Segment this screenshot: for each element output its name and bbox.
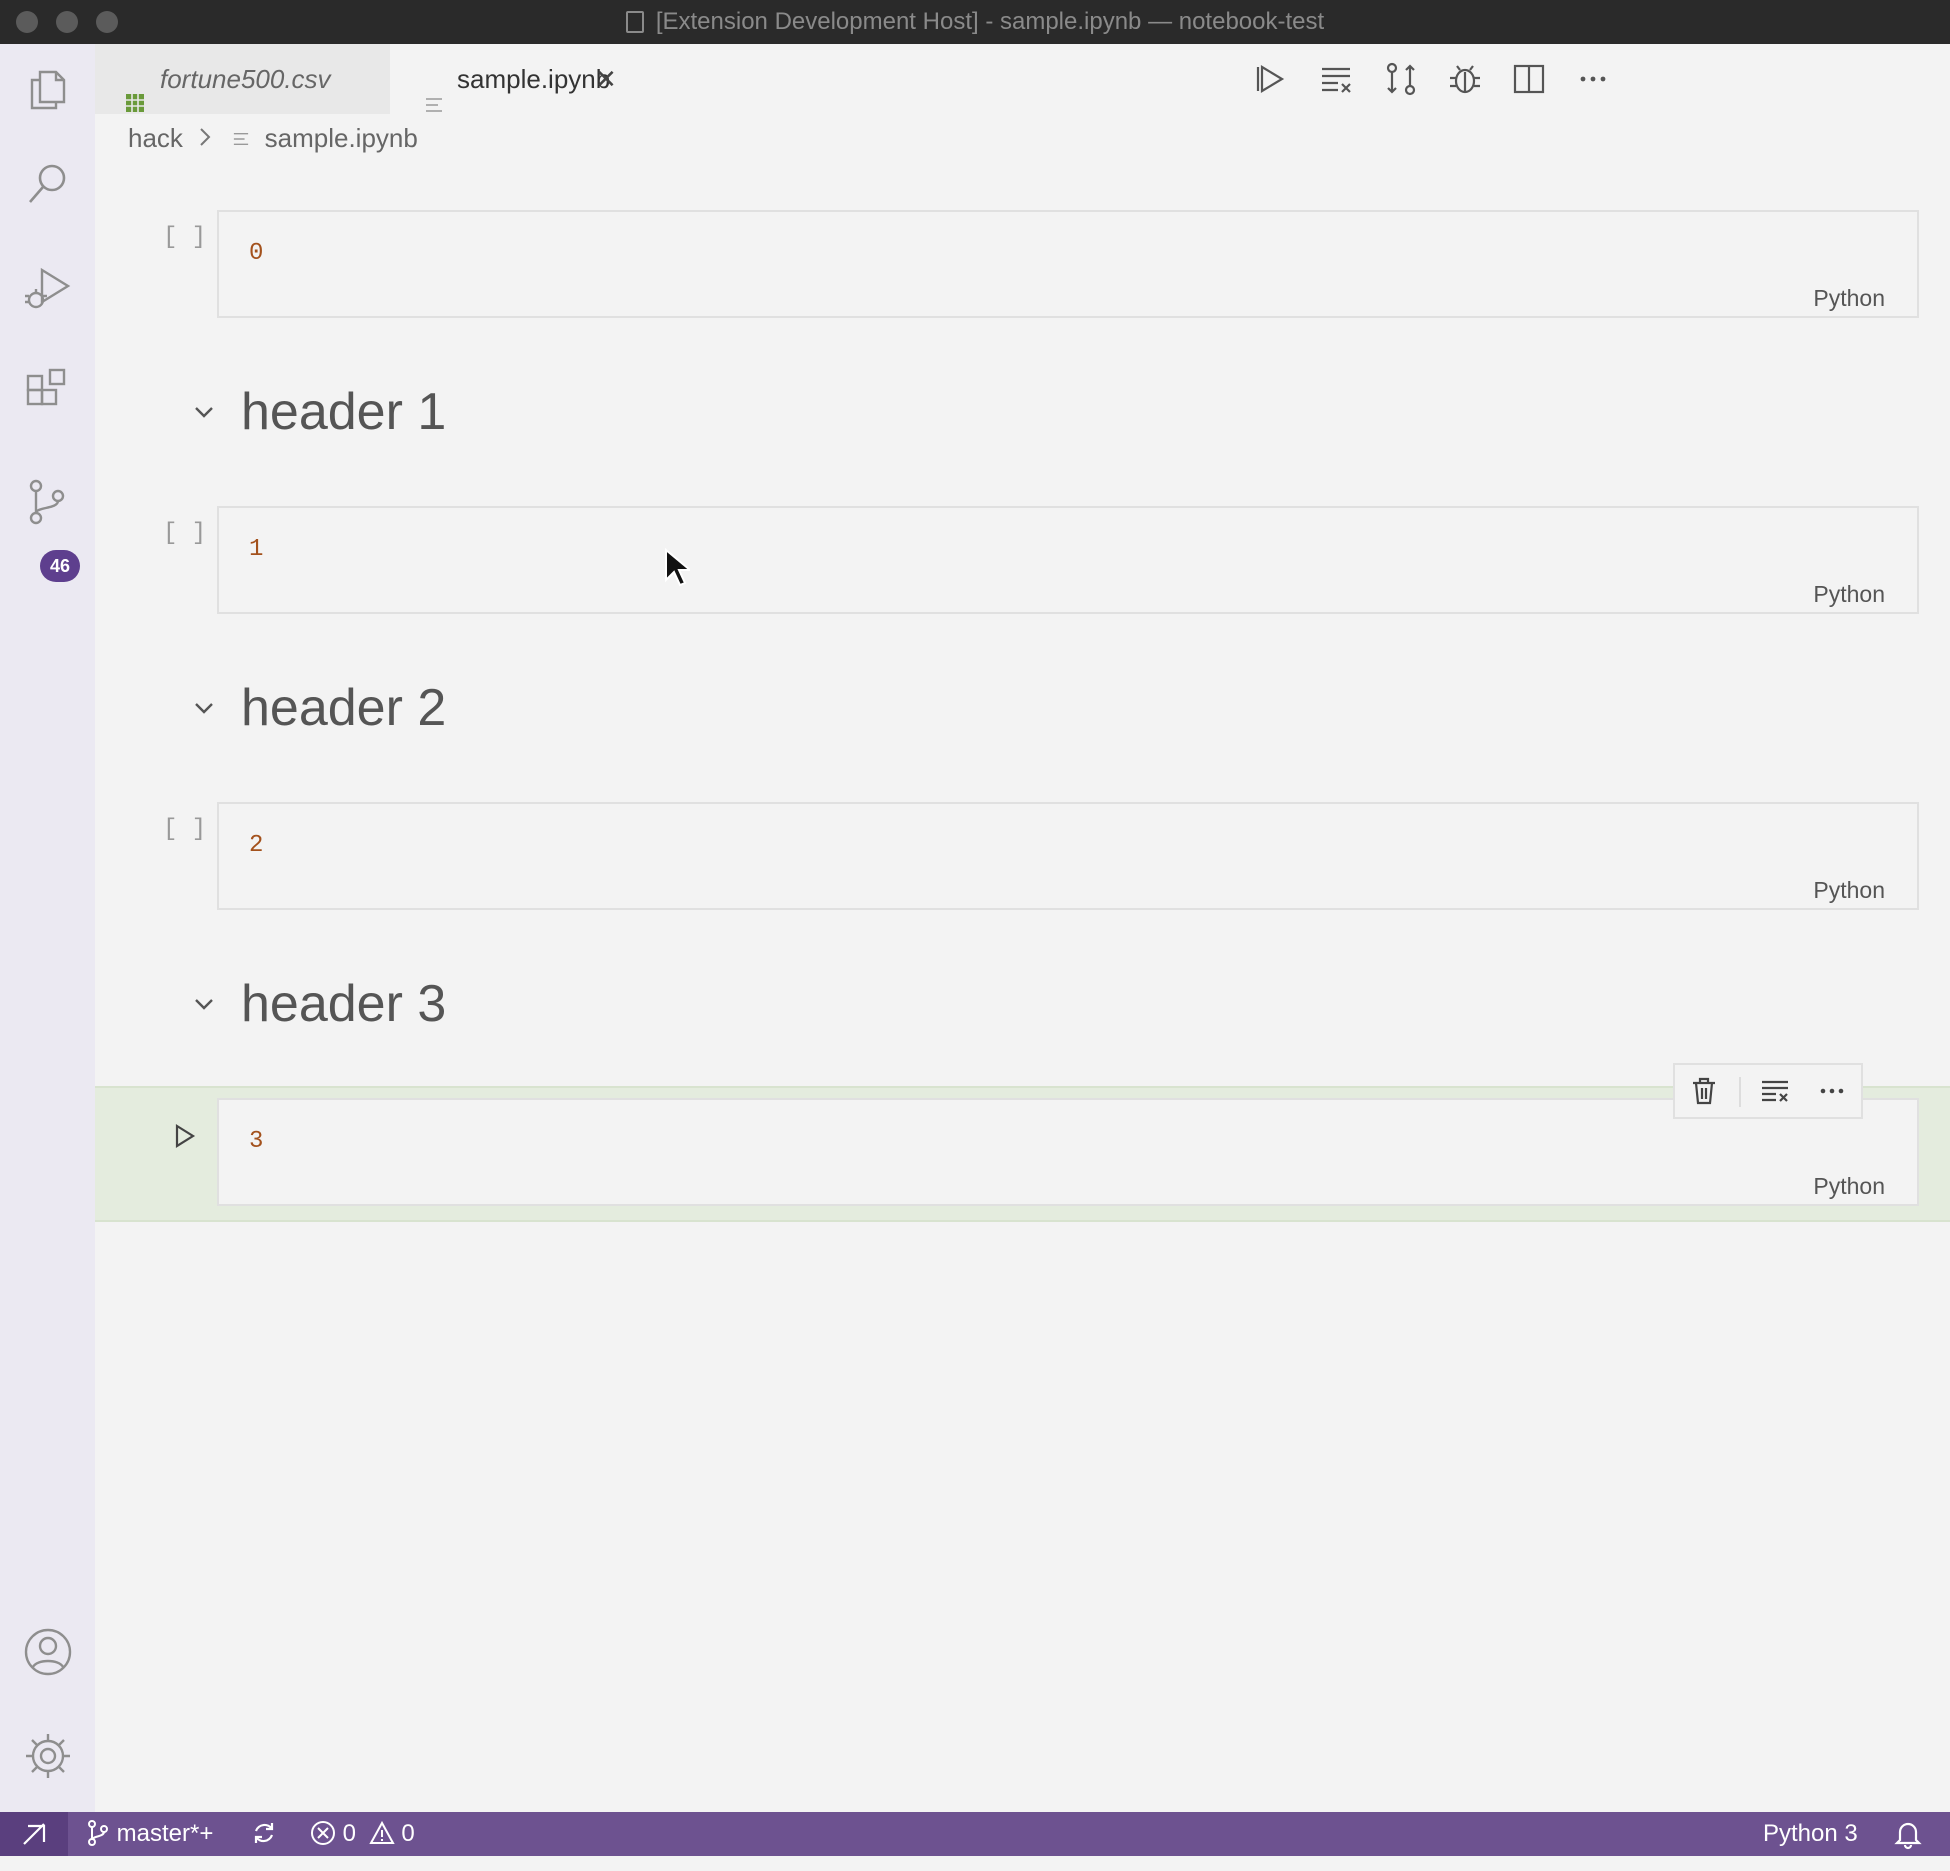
compare-changes-icon[interactable] (1382, 60, 1420, 98)
run-all-icon[interactable] (1254, 60, 1292, 98)
markdown-heading: header 3 (241, 975, 447, 1033)
run-debug-icon[interactable] (22, 262, 74, 314)
status-bar: master*+ 0 0 Python 3 (0, 1812, 1950, 1856)
explorer-icon[interactable] (22, 64, 74, 116)
notifications-bell-icon[interactable] (1894, 1812, 1922, 1856)
clear-outputs-icon[interactable] (1318, 60, 1356, 98)
cell-source[interactable]: 1 (249, 536, 263, 563)
cell-language[interactable]: Python (1813, 1173, 1885, 1200)
settings-gear-icon[interactable] (22, 1730, 74, 1782)
cell-source[interactable]: 2 (249, 832, 263, 859)
error-icon (311, 1821, 335, 1845)
window-title: [Extension Development Host] - sample.ip… (655, 8, 1325, 35)
chevron-right-icon (198, 118, 212, 158)
debug-icon[interactable] (1446, 60, 1484, 98)
tab-label: fortune500.csv (160, 64, 331, 94)
breadcrumb-file[interactable]: sample.ipynb (265, 123, 418, 153)
extensions-icon[interactable] (22, 366, 74, 418)
code-cell[interactable]: 3 Python (217, 1098, 1919, 1206)
breadcrumb-folder[interactable]: hack (128, 123, 183, 153)
source-control-badge: 46 (40, 550, 80, 582)
account-icon[interactable] (22, 1626, 74, 1678)
chevron-down-icon[interactable] (192, 992, 216, 1016)
cell-execution-count: [ ] (163, 520, 207, 547)
title-bar: [Extension Development Host] - sample.ip… (0, 0, 1950, 45)
tab-sample-ipynb[interactable]: sample.ipynb ✕ (395, 44, 760, 114)
notebook-editor: [ ] 0 Python header 1 [ ] 1 Python heade… (95, 160, 1950, 1812)
cell-toolbar (1673, 1063, 1863, 1119)
notebook-icon (233, 118, 249, 158)
clear-output-icon[interactable] (1759, 1074, 1793, 1108)
remote-indicator[interactable] (0, 1812, 68, 1856)
code-cell[interactable]: 0 Python (217, 210, 1919, 318)
branch-indicator[interactable]: master*+ (86, 1812, 213, 1856)
breadcrumb: hack sample.ipynb (128, 118, 418, 158)
document-icon (625, 11, 644, 33)
tab-bar: fortune500.csv sample.ipynb ✕ (95, 44, 1950, 114)
toolbar-divider (1739, 1077, 1741, 1107)
problems-indicator[interactable]: 0 0 (310, 1812, 415, 1856)
cell-execution-count: [ ] (163, 816, 207, 843)
search-icon[interactable] (22, 158, 74, 210)
cell-source[interactable]: 3 (249, 1128, 263, 1155)
code-cell[interactable]: 2 Python (217, 802, 1919, 910)
more-icon[interactable] (1815, 1074, 1849, 1108)
cell-source[interactable]: 0 (249, 240, 263, 267)
sync-icon[interactable] (250, 1812, 278, 1856)
markdown-heading: header 1 (241, 383, 447, 441)
more-actions-icon[interactable] (1574, 60, 1612, 98)
markdown-heading: header 2 (241, 679, 447, 737)
chevron-down-icon[interactable] (192, 400, 216, 424)
delete-icon[interactable] (1687, 1074, 1721, 1108)
tab-label: sample.ipynb (457, 64, 611, 94)
source-control-icon[interactable] (22, 476, 74, 528)
tab-fortune500-csv[interactable]: fortune500.csv (95, 44, 390, 114)
cell-language[interactable]: Python (1813, 877, 1885, 904)
error-count: 0 (342, 1820, 357, 1847)
mouse-cursor-icon (664, 547, 693, 588)
cell-execution-count: [ ] (163, 224, 207, 251)
warning-count: 0 (401, 1820, 415, 1847)
notebook-icon (425, 70, 443, 140)
cell-language[interactable]: Python (1813, 581, 1885, 608)
split-editor-icon[interactable] (1510, 60, 1548, 98)
warning-icon (369, 1820, 395, 1844)
run-cell-icon[interactable] (170, 1122, 198, 1150)
cell-language[interactable]: Python (1813, 285, 1885, 312)
chevron-down-icon[interactable] (192, 696, 216, 720)
kernel-indicator[interactable]: Python 3 (1763, 1812, 1858, 1856)
activity-bar: 46 (0, 44, 95, 1812)
code-cell[interactable]: 1 Python (217, 506, 1919, 614)
close-tab-icon[interactable]: ✕ (595, 44, 617, 114)
window-title-container: [Extension Development Host] - sample.ip… (0, 0, 1950, 44)
branch-name: master*+ (116, 1820, 214, 1847)
